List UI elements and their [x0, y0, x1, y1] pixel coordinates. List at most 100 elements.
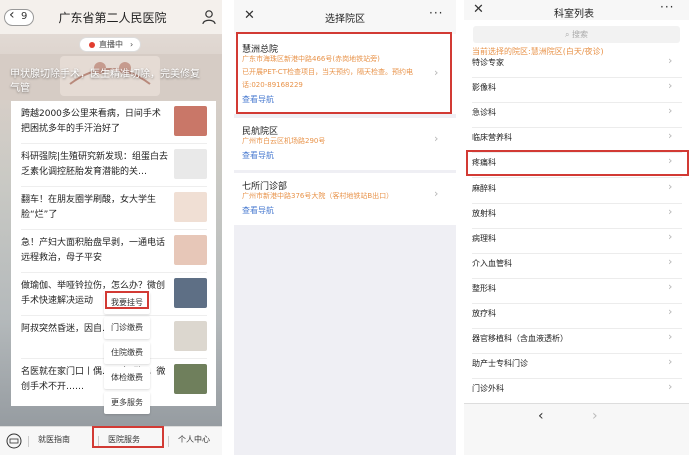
- chevron-right-icon: ›: [668, 129, 673, 142]
- department-row[interactable]: 病理科 ›: [464, 228, 689, 253]
- close-icon[interactable]: ✕: [244, 8, 255, 23]
- campus-address: 广州市白云区机场路290号: [242, 137, 326, 145]
- select-campus-screen: ✕ 选择院区 ··· 慧洲总院 广东市海珠区新港中路466号(赤岗地铁站旁) 已…: [234, 0, 456, 455]
- department-label: 介入血管科: [472, 259, 512, 268]
- department-label: 助产士专科门诊: [472, 359, 528, 368]
- more-icon[interactable]: ···: [660, 0, 674, 14]
- service-popup-menu: 我要挂号 门诊缴费 住院缴费 体检缴费 更多服务: [104, 292, 150, 415]
- user-icon[interactable]: [201, 9, 217, 25]
- menu-item-checkup-payment[interactable]: 体检缴费: [104, 367, 150, 389]
- browser-bottom-bar: ‹ ›: [464, 403, 689, 455]
- department-label: 放射科: [472, 209, 496, 218]
- department-row[interactable]: 影像科 ›: [464, 77, 689, 102]
- article-item[interactable]: 跨越2000多公里来看病，日间手术把困扰多年的手汗治好了: [11, 101, 216, 143]
- chevron-right-icon: ›: [668, 380, 673, 393]
- department-row[interactable]: 介入血管科 ›: [464, 253, 689, 278]
- article-title: 跨越2000多公里来看病，日间手术把困扰多年的手汗治好了: [21, 109, 161, 134]
- department-label: 病理科: [472, 234, 496, 243]
- department-row[interactable]: 特诊专家 ›: [464, 52, 689, 77]
- nav-bar: ✕ 科室列表 ···: [464, 0, 689, 20]
- highlight-box: [92, 426, 164, 448]
- back-arrow-icon[interactable]: ‹: [538, 408, 544, 424]
- banner-text[interactable]: 甲状腺切除手术，医生精准切除，完美修复气管: [10, 68, 200, 96]
- forward-arrow-icon[interactable]: ›: [592, 408, 598, 424]
- view-navigation-link[interactable]: 查看导航: [242, 205, 274, 216]
- tab-guide[interactable]: 就医指南: [38, 434, 70, 445]
- menu-item-more-services[interactable]: 更多服务: [104, 392, 150, 414]
- department-label: 麻醉科: [472, 184, 496, 193]
- department-row[interactable]: 整形科 ›: [464, 278, 689, 303]
- chevron-right-icon: ›: [668, 355, 673, 368]
- campus-address: 广州市新港中路376号大院（客村地铁站B出口）: [242, 192, 394, 200]
- close-icon[interactable]: ✕: [473, 2, 484, 17]
- article-title: 科研强院|生殖研究新发现：组蛋白去乏素化调控胚胎发育潜能的关…: [21, 152, 169, 177]
- nav-bar: ‹ 9 广东省第二人民医院: [0, 0, 222, 34]
- department-label: 影像科: [472, 83, 496, 92]
- article-thumbnail: [174, 192, 207, 222]
- article-title: 翻车！在朋友圈学刷酸，女大学生脸“烂”了: [21, 195, 157, 220]
- department-row[interactable]: 助产士专科门诊 ›: [464, 353, 689, 378]
- chevron-right-icon: ›: [434, 132, 439, 145]
- view-navigation-link[interactable]: 查看导航: [242, 150, 274, 161]
- chevron-right-icon: ›: [668, 205, 673, 218]
- live-dot-icon: [89, 42, 95, 48]
- department-label: 临床营养科: [472, 133, 512, 142]
- search-input[interactable]: ⌕ 搜索: [473, 26, 680, 43]
- department-row[interactable]: 放射科 ›: [464, 203, 689, 228]
- page-title: 广东省第二人民医院: [58, 11, 167, 25]
- article-thumbnail: [174, 278, 207, 308]
- chevron-right-icon: ›: [668, 255, 673, 268]
- chevron-left-icon: ‹: [9, 7, 15, 23]
- search-placeholder: 搜索: [572, 30, 589, 39]
- chevron-right-icon: ›: [668, 230, 673, 243]
- chevron-right-icon: ›: [668, 305, 673, 318]
- live-button[interactable]: 直播中 ›: [79, 37, 141, 52]
- department-row[interactable]: 麻醉科 ›: [464, 178, 689, 203]
- department-label: 器官移植科（含血液透析）: [472, 334, 568, 343]
- highlight-box: [466, 150, 689, 176]
- back-button[interactable]: ‹ 9: [4, 7, 34, 26]
- department-list-screen: ✕ 科室列表 ··· ⌕ 搜索 当前选择的院区:慧洲院区(白天/夜诊) 特诊专家…: [464, 0, 689, 455]
- article-item[interactable]: 翻车！在朋友圈学刷酸，女大学生脸“烂”了: [11, 187, 216, 229]
- article-item[interactable]: 科研强院|生殖研究新发现：组蛋白去乏素化调控胚胎发育潜能的关…: [11, 144, 216, 186]
- page-title: 选择院区: [325, 14, 365, 25]
- highlight-box: [236, 32, 452, 114]
- article-item[interactable]: 急！产妇大面积胎盘早剥，一通电话远程救治，母子平安: [11, 230, 216, 272]
- back-count: 9: [21, 11, 28, 22]
- department-label: 急诊科: [472, 108, 496, 117]
- keyboard-icon[interactable]: [6, 433, 22, 449]
- department-row[interactable]: 放疗科 ›: [464, 303, 689, 328]
- hospital-home-screen: ‹ 9 广东省第二人民医院 直播中 › 甲状腺切除手术，医生精准切除，完美修复气…: [0, 0, 222, 455]
- department-row[interactable]: 临床营养科 ›: [464, 127, 689, 152]
- nav-bar: ✕ 选择院区 ···: [234, 0, 456, 35]
- chevron-right-icon: ›: [668, 280, 673, 293]
- divider: [168, 436, 169, 447]
- department-row[interactable]: 门诊外科 ›: [464, 378, 689, 403]
- chevron-right-icon: ›: [668, 79, 673, 92]
- chevron-right-icon: ›: [668, 54, 673, 67]
- department-row[interactable]: 急诊科 ›: [464, 102, 689, 127]
- highlight-box: [105, 291, 149, 309]
- department-label: 整形科: [472, 284, 496, 293]
- chevron-right-icon: ›: [668, 180, 673, 193]
- page-title: 科室列表: [554, 9, 594, 20]
- chevron-right-icon: ›: [130, 40, 134, 49]
- department-label: 放疗科: [472, 309, 496, 318]
- chevron-right-icon: ›: [668, 104, 673, 117]
- article-thumbnail: [174, 235, 207, 265]
- menu-item-outpatient-payment[interactable]: 门诊缴费: [104, 317, 150, 339]
- chevron-right-icon: ›: [668, 330, 673, 343]
- article-thumbnail: [174, 364, 207, 394]
- search-icon: ⌕: [564, 30, 573, 39]
- campus-card[interactable]: 七所门诊部 广州市新港中路376号大院（客村地铁站B出口） 查看导航 ›: [234, 173, 456, 225]
- menu-item-inpatient-payment[interactable]: 住院缴费: [104, 342, 150, 364]
- article-thumbnail: [174, 321, 207, 351]
- department-label: 门诊外科: [472, 384, 504, 393]
- chevron-right-icon: ›: [434, 187, 439, 200]
- article-thumbnail: [174, 106, 207, 136]
- more-icon[interactable]: ···: [429, 6, 443, 20]
- campus-card[interactable]: 民航院区 广州市白云区机场路290号 查看导航 ›: [234, 118, 456, 170]
- tab-personal-center[interactable]: 个人中心: [178, 434, 210, 445]
- divider: [28, 436, 29, 447]
- department-row[interactable]: 器官移植科（含血液透析） ›: [464, 328, 689, 353]
